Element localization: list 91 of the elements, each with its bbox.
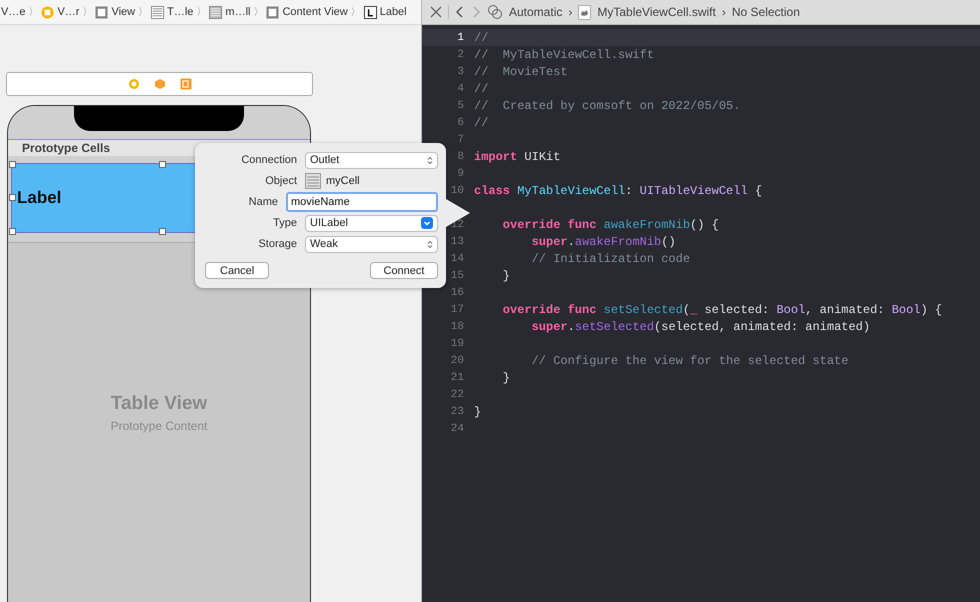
table-icon [151,6,164,18]
table-view-subtitle: Prototype Content [110,418,208,432]
object-name: myCell [326,175,360,187]
resize-handle[interactable] [9,161,16,168]
back-icon[interactable] [455,5,465,19]
breadcrumb-item[interactable]: m…ll [208,6,252,18]
file-name[interactable]: MyTableViewCell.swift [597,5,716,19]
line-number: 4 [456,82,464,94]
code-line: // [474,116,488,130]
code-line: // Configure the view for the selected state [532,354,848,368]
field-label: Storage [257,238,297,250]
line-number: 17 [450,304,464,316]
line-number: 18 [450,320,464,332]
assistant-mode[interactable]: Automatic [509,5,562,19]
line-number: 19 [450,338,464,350]
breadcrumb-item[interactable]: Content View [265,6,349,18]
view-icon [266,6,280,18]
line-number: 13 [450,236,464,248]
path-separator: 〉 [196,6,206,19]
code-line: super.setSelected(selected, animated: animated) [532,320,870,334]
line-number: 7 [456,134,464,146]
path-separator: 〉 [138,6,148,19]
resize-handle[interactable] [159,161,166,168]
code-line: // MyTableViewCell.swift [474,48,654,62]
code-line: } [474,404,482,418]
related-items-icon[interactable] [487,4,503,20]
code-line: // MovieTest [474,64,568,78]
table-view-title: Table View [110,392,208,414]
field-label: Connection [240,154,297,166]
line-number: 2 [456,48,464,60]
line-number: 15 [450,270,464,282]
line-number: 6 [456,116,464,128]
path-separator: 〉 [28,6,38,19]
path-separator: 〉 [350,6,361,19]
breadcrumb-item[interactable]: V…r [40,6,80,18]
selection-label[interactable]: No Selection [732,5,800,19]
line-number: 9 [456,168,464,180]
dropdown-icon[interactable] [421,217,433,229]
code-line: super.awakeFromNib() [532,234,676,248]
resize-handle[interactable] [9,228,16,235]
breadcrumb-item[interactable]: V…e [0,6,26,18]
popup-button[interactable]: Outlet [305,152,438,168]
line-number: 10 [450,184,464,196]
line-number: 5 [456,100,464,112]
dialog-button[interactable]: Connect [370,262,438,279]
swift-file-icon [578,4,592,20]
code-line: override func setSelected(_ selected: Bool, animated: Bool) { [502,302,942,316]
path-separator: › [568,5,572,19]
path-separator: › [722,5,726,19]
stepper-icon [427,240,433,248]
type-combo-box[interactable]: UILabel [305,214,438,232]
field-label: Name [248,196,278,208]
path-separator: 〉 [82,6,92,19]
field-label: Type [272,217,297,229]
name-field[interactable]: movieName [286,192,438,212]
controller-icon [41,6,54,18]
code-line: // [474,82,488,96]
line-number: 22 [450,388,464,400]
code-line: } [502,370,510,384]
line-number: 3 [456,66,464,78]
close-icon[interactable] [430,6,442,18]
line-number: 24 [450,422,464,434]
line-number: 14 [450,252,464,264]
popup-button[interactable]: Weak [305,236,438,252]
field-label: Object [264,175,297,187]
breadcrumb-item[interactable]: Label [362,6,408,18]
cell-icon [305,173,321,189]
line-number: 16 [450,286,464,298]
dialog-button[interactable]: Cancel [205,262,270,279]
line-number: 21 [450,372,464,384]
code-line: } [502,268,510,282]
code-line: class MyTableViewCell: UITableViewCell { [474,184,762,198]
line-number: 23 [450,406,464,418]
resize-handle[interactable] [9,194,16,201]
code-line: // [474,30,488,44]
cell-label: Label [17,188,62,208]
resize-handle[interactable] [159,228,166,235]
line-number: 8 [456,150,464,162]
view-icon [95,6,108,18]
line-number: 20 [450,354,464,366]
path-separator: 〉 [253,6,264,19]
code-line: // Created by comsoft on 2022/05/05. [474,98,740,112]
cell-icon [209,6,222,18]
label-icon [364,6,377,18]
line-number: 1 [456,32,464,44]
breadcrumb-item[interactable]: View [94,6,136,18]
breadcrumb-item[interactable]: T…le [150,6,194,18]
code-line: override func awakeFromNib() { [502,218,719,232]
code-line: import UIKit [474,150,560,164]
code-line: // Initialization code [532,252,690,266]
stepper-icon [427,156,433,164]
